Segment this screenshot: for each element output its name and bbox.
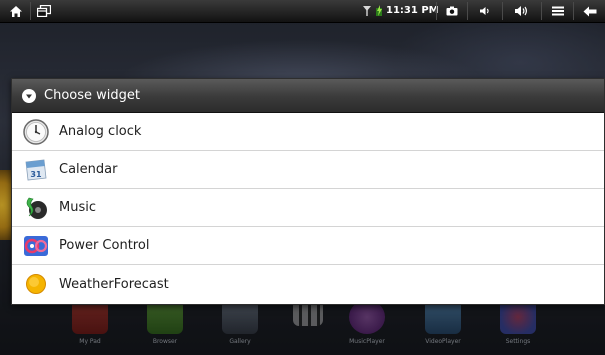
status-separator <box>30 2 31 20</box>
menu-icon <box>552 6 564 16</box>
status-separator <box>502 2 503 20</box>
status-separator <box>467 2 468 20</box>
dialog-header: Choose widget <box>12 79 604 113</box>
weather-icon <box>23 271 49 297</box>
signal-icon <box>363 6 371 16</box>
volume-down-button[interactable] <box>472 2 498 20</box>
list-item-label: Music <box>59 200 96 215</box>
calendar-day-text: 31 <box>30 170 42 179</box>
status-separator <box>541 2 542 20</box>
signal-indicator <box>361 2 373 20</box>
volume-down-icon <box>480 7 489 15</box>
list-item-calendar[interactable]: 31 Calendar <box>12 151 604 189</box>
calendar-icon: 31 <box>23 157 49 183</box>
menu-button[interactable] <box>547 2 569 20</box>
status-clock: 11:31 PM <box>386 5 439 16</box>
windows-icon <box>37 5 51 17</box>
status-separator <box>436 2 437 20</box>
choose-widget-dialog: Choose widget Analog clock 31 Calendar M… <box>11 78 605 305</box>
widget-list: Analog clock 31 Calendar Music Power Con… <box>12 113 604 303</box>
battery-charging-icon <box>376 5 382 16</box>
battery-indicator <box>374 2 384 20</box>
screenshot-button[interactable] <box>441 2 463 20</box>
list-item-music[interactable]: Music <box>12 189 604 227</box>
dialog-title: Choose widget <box>44 88 140 103</box>
list-item-power-control[interactable]: Power Control <box>12 227 604 265</box>
back-button[interactable] <box>579 2 601 20</box>
power-control-icon <box>23 233 49 259</box>
recent-apps-button[interactable] <box>34 2 54 20</box>
list-item-weather-forecast[interactable]: WeatherForecast <box>12 265 604 303</box>
volume-up-icon <box>515 6 527 16</box>
list-item-label: WeatherForecast <box>59 276 169 292</box>
analog-clock-icon <box>23 118 49 145</box>
home-button[interactable] <box>6 2 26 20</box>
back-arrow-icon <box>583 6 597 16</box>
volume-up-button[interactable] <box>508 2 536 20</box>
status-separator <box>573 2 574 20</box>
list-item-label: Power Control <box>59 238 150 253</box>
dropdown-circle-icon <box>22 88 36 103</box>
list-item-label: Calendar <box>59 162 118 177</box>
list-item-analog-clock[interactable]: Analog clock <box>12 113 604 151</box>
status-bar: 11:31 PM <box>0 0 605 23</box>
camera-icon <box>446 6 458 16</box>
home-icon <box>10 5 22 17</box>
list-item-label: Analog clock <box>59 124 142 139</box>
music-icon <box>23 195 49 221</box>
